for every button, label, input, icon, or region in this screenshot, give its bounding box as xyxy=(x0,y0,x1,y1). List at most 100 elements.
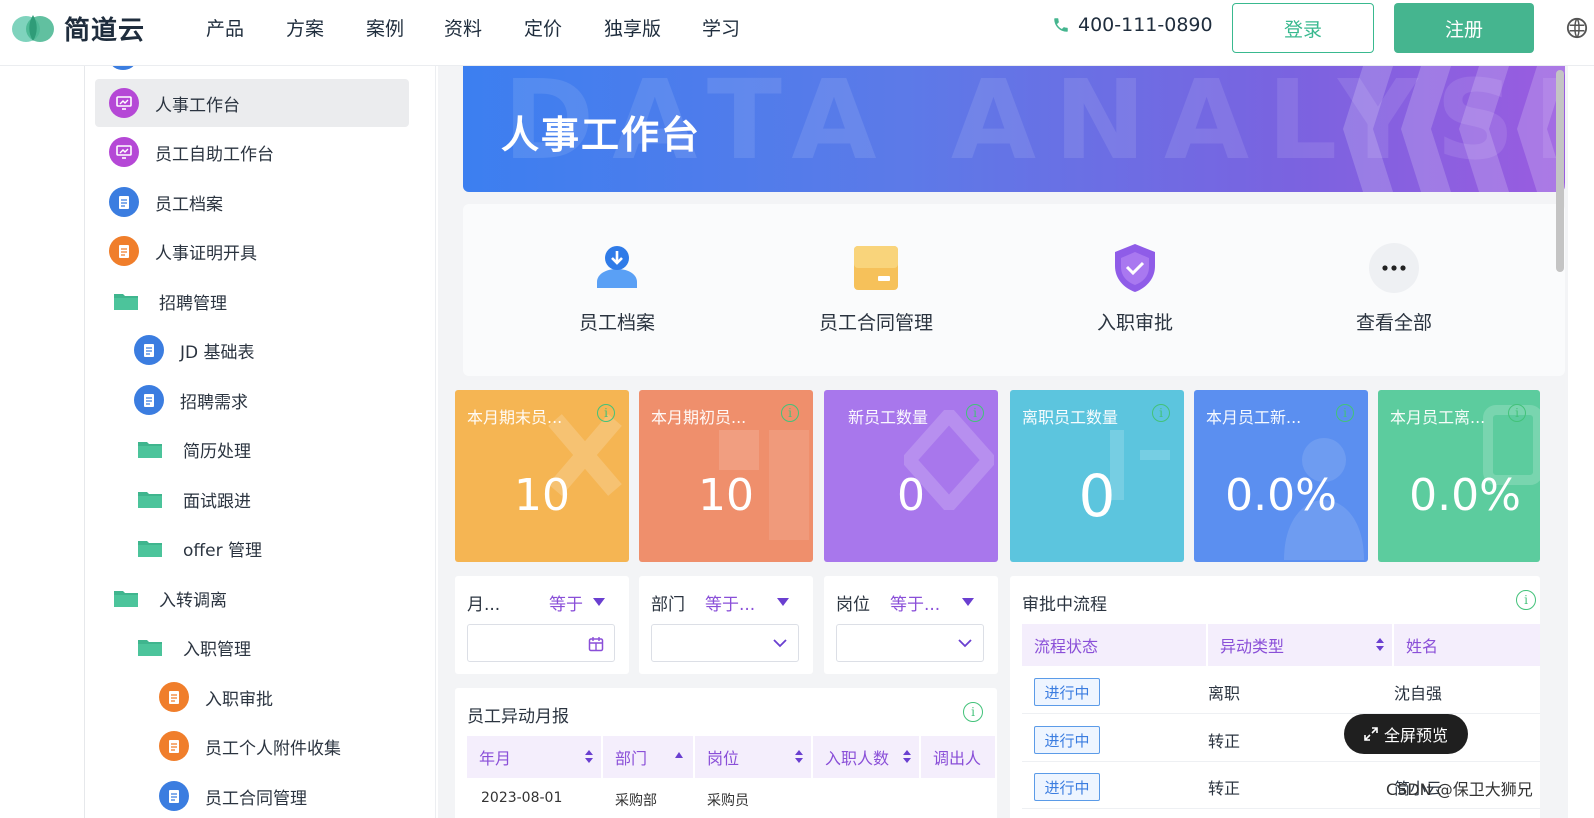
sort-icon[interactable] xyxy=(903,750,911,764)
nav-resources[interactable]: 资料 xyxy=(444,14,482,41)
kpi-title: 本月期末员... xyxy=(467,408,563,427)
page-title: 人事工作台 xyxy=(501,113,702,157)
info-icon[interactable]: i xyxy=(1508,404,1526,422)
login-button[interactable]: 登录 xyxy=(1232,3,1374,53)
kpi-title: 本月员工离... xyxy=(1390,408,1486,427)
filter-label: 岗位 xyxy=(836,595,870,615)
shortcut-label: 查看全部 xyxy=(1355,312,1432,334)
shield-check-icon xyxy=(1109,242,1161,294)
sort-icon[interactable] xyxy=(1376,638,1384,652)
sidebar-item-transfer[interactable]: 入转调离 xyxy=(113,574,227,622)
column-header-label: 调出人 xyxy=(933,749,982,768)
nav-learn[interactable]: 学习 xyxy=(702,14,740,41)
sidebar-item-label: 面试跟进 xyxy=(183,491,251,512)
sidebar-item-hr-certificate[interactable]: 人事证明开具 xyxy=(109,227,257,275)
sidebar-item-employee-archive[interactable]: 员工档案 xyxy=(109,178,223,226)
shortcut-onboarding-approval[interactable]: 入职审批 xyxy=(1035,242,1235,335)
nav-solutions[interactable]: 方案 xyxy=(286,14,324,41)
kpi-value: 10 xyxy=(514,470,570,521)
nav-cases[interactable]: 案例 xyxy=(366,14,404,41)
document-icon xyxy=(159,731,189,761)
kpi-card-new-employees[interactable]: 新员工数量 i 0 xyxy=(824,390,998,562)
shortcut-view-all[interactable]: 查看全部 xyxy=(1294,242,1494,335)
sidebar-item-label: JD 基础表 xyxy=(180,342,255,363)
caret-down-icon[interactable] xyxy=(593,598,605,606)
date-input[interactable] xyxy=(467,624,615,662)
column-header-hires[interactable]: 入职人数 xyxy=(813,736,919,778)
page-scrollbar[interactable] xyxy=(1556,70,1564,272)
info-icon[interactable]: i xyxy=(597,404,615,422)
info-icon[interactable]: i xyxy=(1336,404,1354,422)
sidebar-item-onboarding[interactable]: 入职管理 xyxy=(137,623,251,671)
nav-product[interactable]: 产品 xyxy=(206,14,244,41)
sidebar-item-self-service[interactable]: 员工自助工作台 xyxy=(109,128,274,176)
sidebar-item-attachments[interactable]: 员工个人附件收集 xyxy=(159,722,341,770)
info-icon[interactable]: i xyxy=(963,702,983,722)
filter-label: 月... xyxy=(467,595,501,615)
sort-icon[interactable] xyxy=(585,750,593,764)
globe-icon[interactable] xyxy=(1566,17,1588,39)
column-header-transfer-out[interactable]: 调出人 xyxy=(921,736,995,778)
sidebar: 人事工作台 员工自助工作台 员工档案 人事证明开具 招聘管理 JD 基础表 招聘… xyxy=(84,66,436,818)
document-icon xyxy=(109,187,139,217)
filter-operator[interactable]: 等于... xyxy=(705,590,755,615)
document-icon xyxy=(109,236,139,266)
kpi-title: 本月员工新... xyxy=(1206,408,1302,427)
column-header-month[interactable]: 年月 xyxy=(467,736,601,778)
sidebar-item-label: 招聘管理 xyxy=(159,293,227,314)
column-header-department[interactable]: 部门 xyxy=(603,736,693,778)
sidebar-item-recruit-demand[interactable]: 招聘需求 xyxy=(134,376,248,424)
folder-icon xyxy=(137,538,163,558)
column-header-label: 姓名 xyxy=(1406,637,1439,656)
sort-asc-icon[interactable] xyxy=(675,752,683,758)
sidebar-item-offer[interactable]: offer 管理 xyxy=(137,524,262,572)
sidebar-item-hr-dashboard[interactable]: 人事工作台 xyxy=(95,79,409,127)
info-icon[interactable]: i xyxy=(1152,404,1170,422)
fullscreen-label: 全屏预览 xyxy=(1383,726,1448,745)
kpi-card-end-headcount[interactable]: 本月期末员... i 10 xyxy=(455,390,629,562)
column-header-status[interactable]: 流程状态 xyxy=(1022,624,1206,666)
sort-icon[interactable] xyxy=(795,750,803,764)
brand-logo[interactable]: 简道云 xyxy=(10,10,145,46)
column-header-name[interactable]: 姓名 xyxy=(1394,624,1540,666)
column-header-label: 部门 xyxy=(615,749,648,768)
watermark: CSDN @保卫大狮兄 xyxy=(1386,780,1533,799)
sidebar-item-onboarding-approval[interactable]: 入职审批 xyxy=(159,673,273,721)
sidebar-item-jd-table[interactable]: JD 基础表 xyxy=(134,326,255,374)
fullscreen-preview-button[interactable]: 全屏预览 xyxy=(1344,714,1468,754)
position-select[interactable] xyxy=(836,624,984,662)
kpi-card-new-rate[interactable]: 本月员工新... i 0.0% xyxy=(1194,390,1368,562)
calendar-icon xyxy=(588,637,604,652)
phone-contact[interactable]: 400-111-0890 xyxy=(1052,14,1213,36)
sidebar-item-contract[interactable]: 员工合同管理 xyxy=(159,772,307,818)
shortcut-employee-archive[interactable]: 员工档案 xyxy=(517,242,717,335)
nav-dedicated[interactable]: 独享版 xyxy=(604,14,661,41)
column-header-position[interactable]: 岗位 xyxy=(695,736,811,778)
sidebar-item-resume[interactable]: 简历处理 xyxy=(137,425,251,473)
table-cell: 沈自强 xyxy=(1394,684,1443,703)
caret-down-icon[interactable] xyxy=(777,598,789,606)
kpi-card-start-headcount[interactable]: 本月期初员... i 10 xyxy=(639,390,813,562)
filter-operator[interactable]: 等于... xyxy=(890,590,940,615)
sidebar-item-label: 员工自助工作台 xyxy=(155,144,274,165)
column-header-change-type[interactable]: 异动类型 xyxy=(1208,624,1392,666)
status-badge: 进行中 xyxy=(1034,726,1100,754)
info-icon[interactable]: i xyxy=(1516,590,1536,610)
document-icon xyxy=(159,781,189,811)
info-icon[interactable]: i xyxy=(781,404,799,422)
caret-down-icon[interactable] xyxy=(962,598,974,606)
shortcut-contract[interactable]: 员工合同管理 xyxy=(776,242,976,335)
sidebar-item-label: 入转调离 xyxy=(159,590,227,611)
employee-download-icon xyxy=(591,242,643,294)
sidebar-item-recruitment[interactable]: 招聘管理 xyxy=(113,277,227,325)
kpi-value: 0.0% xyxy=(1225,470,1337,521)
kpi-card-leave-rate[interactable]: 本月员工离... i 0.0% xyxy=(1378,390,1540,562)
register-button[interactable]: 注册 xyxy=(1394,3,1534,53)
info-icon[interactable]: i xyxy=(966,404,984,422)
sidebar-item-interview[interactable]: 面试跟进 xyxy=(137,475,251,523)
kpi-card-resigned-employees[interactable]: 离职员工数量 i 0 xyxy=(1010,390,1184,562)
department-select[interactable] xyxy=(651,624,799,662)
table-row[interactable]: 进行中 离职 沈自强 xyxy=(1022,668,1540,714)
nav-pricing[interactable]: 定价 xyxy=(524,14,562,41)
filter-operator[interactable]: 等于 xyxy=(549,590,583,615)
